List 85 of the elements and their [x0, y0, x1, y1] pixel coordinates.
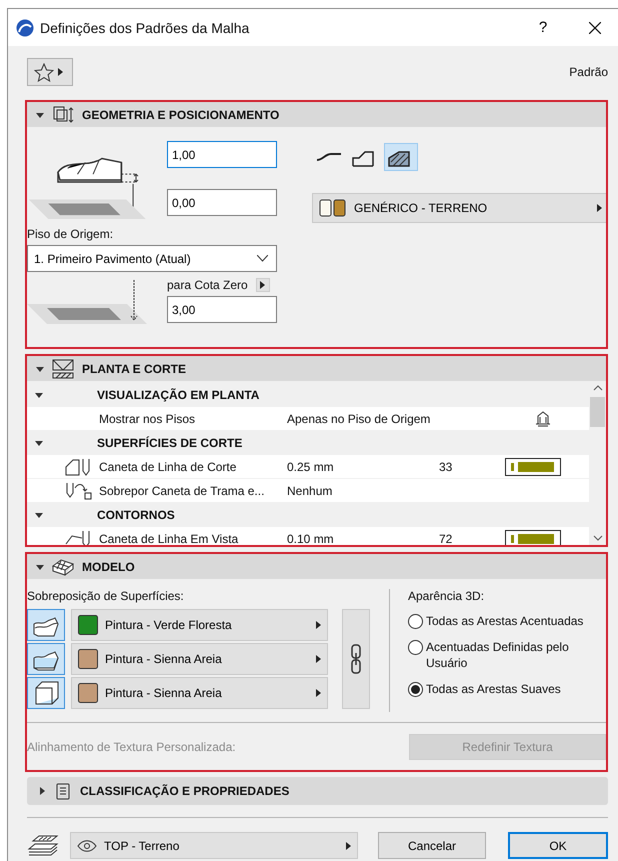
- section-title: PLANTA E CORTE: [82, 362, 186, 376]
- collapse-triangle-icon[interactable]: [36, 110, 44, 118]
- pen-color-swatch: [505, 530, 561, 545]
- elevation-field[interactable]: 1,00: [167, 141, 277, 168]
- pen-override-icon: [65, 482, 93, 500]
- group-title: CONTORNOS: [97, 508, 176, 522]
- arrow-icon: [316, 621, 321, 629]
- field-label: Piso de Origem:: [27, 227, 114, 241]
- window-title: Definições dos Padrões da Malha: [40, 20, 250, 36]
- mesh-type-button[interactable]: [384, 143, 418, 171]
- layer-dropdown[interactable]: TOP - Terreno: [70, 832, 358, 859]
- radio-button[interactable]: [408, 682, 423, 697]
- setting-row[interactable]: Caneta de Linha Em Vista 0.10 mm 72: [27, 527, 589, 545]
- setting-label: Caneta de Linha Em Vista: [99, 532, 240, 545]
- material-dropdown[interactable]: GENÉRICO - TERRENO: [312, 193, 606, 223]
- setting-value: Apenas no Piso de Origem: [287, 412, 432, 426]
- surface-button[interactable]: [27, 643, 65, 675]
- radio-button[interactable]: [408, 640, 423, 655]
- dialog-button[interactable]: Cancelar: [378, 832, 486, 859]
- setting-row[interactable]: Sobrepor Caneta de Trama e... Nenhum: [27, 479, 589, 503]
- star-icon: [34, 62, 54, 82]
- setting-label: Sobrepor Caneta de Trama e...: [99, 484, 266, 498]
- surface-material-dropdown[interactable]: Pintura - Sienna Areia: [71, 643, 328, 675]
- edge-option-radio[interactable]: Acentuadas Definidas pelo Usuário: [408, 639, 606, 671]
- field-label: Aparência 3D:: [408, 589, 486, 603]
- arrow-icon: [58, 68, 63, 76]
- surface-button[interactable]: [27, 609, 65, 641]
- setting-label: Caneta de Linha de Corte: [99, 460, 238, 474]
- classification-header[interactable]: CLASSIFICAÇÃO E PROPRIEDADES: [27, 777, 608, 805]
- collapse-triangle-icon[interactable]: [36, 364, 44, 372]
- group-triangle-icon[interactable]: [35, 510, 43, 518]
- pen-number: 33: [439, 460, 454, 474]
- chain-link-icon: [351, 644, 361, 674]
- group-title: VISUALIZAÇÃO EM PLANTA: [97, 388, 260, 402]
- group-title: SUPERFÍCIES DE CORTE: [97, 436, 244, 450]
- scroll-thumb[interactable]: [590, 397, 605, 427]
- arrow-icon: [260, 281, 266, 289]
- dialog-button[interactable]: OK: [508, 832, 608, 859]
- chevron-icon: [257, 255, 268, 262]
- setting-value: Nenhum: [287, 484, 334, 498]
- help-button[interactable]: ?: [520, 12, 566, 42]
- group-triangle-icon[interactable]: [35, 390, 43, 398]
- field-label: para Cota Zero: [167, 278, 248, 292]
- section-title: MODELO: [82, 560, 135, 574]
- field-label: Sobreposição de Superfícies:: [27, 589, 185, 603]
- group-triangle-icon[interactable]: [35, 438, 43, 446]
- elevation-field[interactable]: 0,00: [167, 189, 277, 216]
- edge-option-radio[interactable]: Todas as Arestas Suaves: [408, 681, 606, 697]
- section-title: CLASSIFICAÇÃO E PROPRIEDADES: [80, 784, 290, 798]
- stories-icon: [535, 410, 551, 426]
- arrow-icon: [597, 204, 602, 212]
- arrow-icon: [346, 842, 351, 850]
- eye-icon: [77, 840, 97, 852]
- arrow-icon: [316, 689, 321, 697]
- app-logo-icon: [16, 18, 34, 36]
- radio-button[interactable]: [408, 614, 423, 629]
- surface-material-dropdown[interactable]: Pintura - Sienna Areia: [71, 677, 328, 709]
- pen-number: 72: [439, 532, 454, 545]
- plan-section-icon: [52, 358, 74, 378]
- options-button[interactable]: [256, 278, 270, 292]
- setting-label: Mostrar nos Pisos: [99, 412, 196, 426]
- material-swatch-icon: [319, 199, 347, 217]
- link-button[interactable]: [342, 609, 370, 709]
- expand-triangle-icon[interactable]: [38, 787, 46, 795]
- geometry-icon: [52, 106, 74, 124]
- section-title: GEOMETRIA E POSICIONAMENTO: [82, 108, 280, 122]
- surface-material-dropdown[interactable]: Pintura - Verde Floresta: [71, 609, 328, 641]
- setting-value: 0.25 mm: [287, 460, 335, 474]
- model-icon: [52, 558, 74, 576]
- edge-option-radio[interactable]: Todas as Arestas Acentuadas: [408, 613, 606, 629]
- surface-button[interactable]: [27, 677, 65, 709]
- setting-row[interactable]: Caneta de Linha de Corte 0.25 mm 33: [27, 455, 589, 479]
- document-icon: [56, 782, 70, 800]
- pen-color-swatch: [505, 458, 561, 476]
- layers-icon: [27, 834, 59, 856]
- home-story-dropdown[interactable]: 1. Primeiro Pavimento (Atual): [27, 245, 277, 272]
- zero-level-field[interactable]: 3,00: [167, 296, 277, 323]
- favorite-name: Padrão: [569, 65, 608, 79]
- texture-label: Alinhamento de Textura Personalizada:: [27, 740, 236, 754]
- setting-value: 0.10 mm: [287, 532, 335, 545]
- arrow-icon: [316, 655, 321, 663]
- close-icon: [589, 22, 601, 34]
- favorites-button[interactable]: [27, 58, 73, 86]
- collapse-triangle-icon[interactable]: [36, 562, 44, 570]
- setting-row[interactable]: Mostrar nos Pisos Apenas no Piso de Origem: [27, 407, 589, 431]
